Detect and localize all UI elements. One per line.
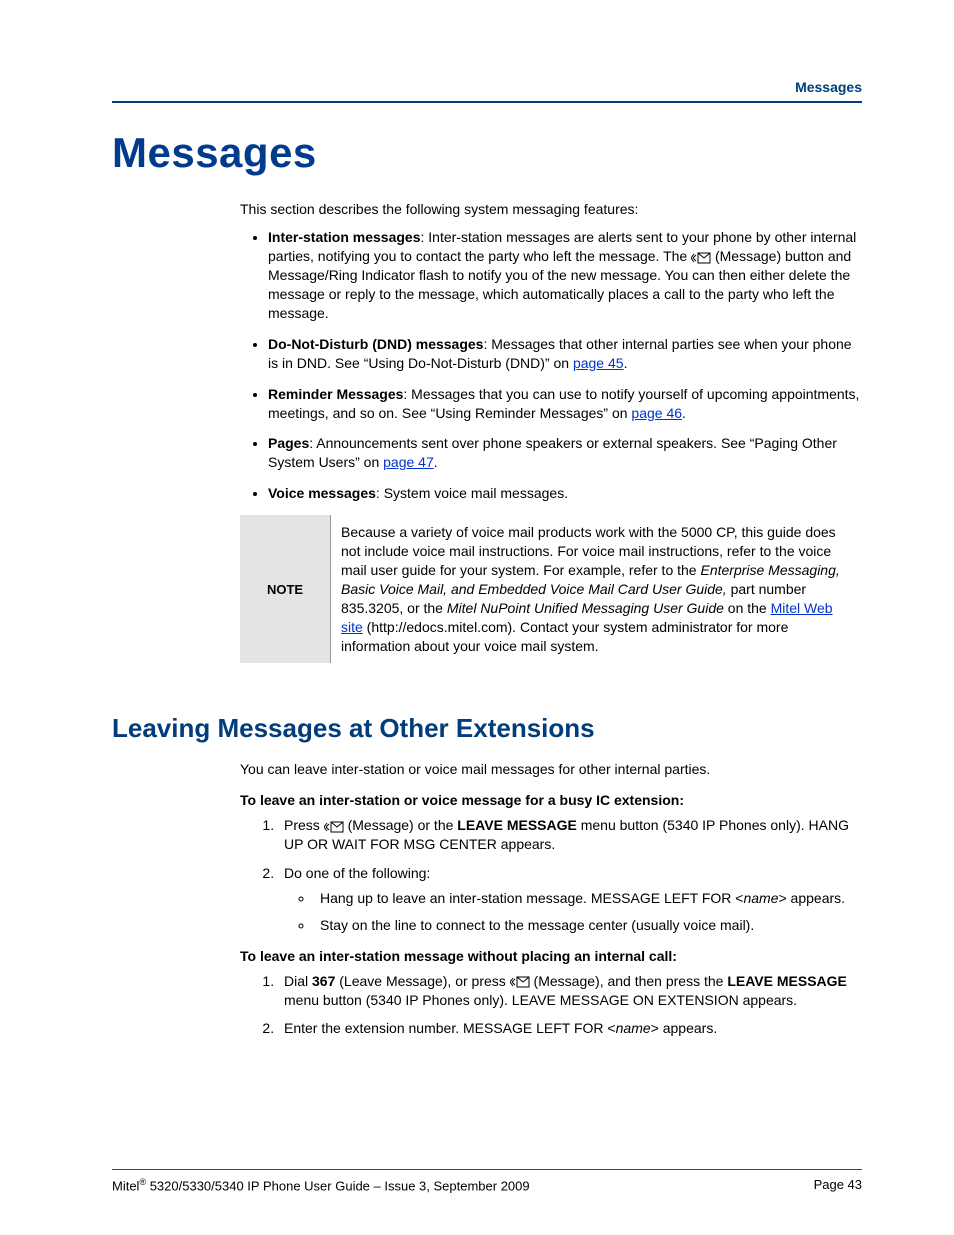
footer-right: Page 43 [814, 1176, 862, 1195]
page-title: Messages [112, 125, 862, 182]
text: on the [724, 600, 771, 616]
text: : System voice mail messages. [376, 485, 568, 501]
text: . [624, 355, 628, 371]
text: menu button (5340 IP Phones only). LEAVE… [284, 992, 797, 1008]
procedure-steps: Dial 367 (Leave Message), or press (Mess… [258, 972, 860, 1039]
message-icon [510, 976, 530, 988]
procedure-title: To leave an inter-station message withou… [240, 947, 860, 966]
variable: name [616, 1020, 651, 1036]
sub-bullet-list: Hang up to leave an inter-station messag… [284, 889, 860, 935]
step: Press (Message) or the LEAVE MESSAGE men… [278, 816, 860, 854]
term: Voice messages [268, 485, 376, 501]
note-label: NOTE [240, 515, 331, 663]
text: Press [284, 817, 324, 833]
body-content: This section describes the following sys… [240, 200, 860, 664]
list-item: Pages: Announcements sent over phone spe… [268, 434, 860, 472]
list-item: Hang up to leave an inter-station messag… [314, 889, 860, 908]
list-item: Voice messages: System voice mail messag… [268, 484, 860, 503]
feature-bullet-list: Inter-station messages: Inter-station me… [250, 228, 860, 503]
message-icon [324, 821, 344, 833]
term: Pages [268, 435, 309, 451]
text: Mitel [112, 1178, 139, 1193]
text: (Message), and then press the [530, 973, 728, 989]
term: Inter-station messages [268, 229, 421, 245]
text: Dial [284, 973, 312, 989]
intro-paragraph: This section describes the following sys… [240, 200, 860, 219]
text: Hang up to leave an inter-station messag… [320, 890, 743, 906]
note-box: NOTE Because a variety of voice mail pro… [240, 515, 860, 663]
doc-title-italic: Mitel NuPoint Unified Messaging User Gui… [447, 600, 724, 616]
list-item: Stay on the line to connect to the messa… [314, 916, 860, 935]
document-page: Messages Messages This section describes… [0, 0, 954, 1235]
text: > appears. [651, 1020, 718, 1036]
text: Do one of the following: [284, 865, 430, 881]
text: (Leave Message), or press [335, 973, 509, 989]
page-header-section: Messages [112, 78, 862, 103]
button-name: LEAVE MESSAGE [457, 817, 577, 833]
text: : Announcements sent over phone speakers… [268, 435, 837, 470]
footer-left: Mitel® 5320/5330/5340 IP Phone User Guid… [112, 1176, 530, 1195]
list-item: Do-Not-Disturb (DND) messages: Messages … [268, 335, 860, 373]
step: Do one of the following: Hang up to leav… [278, 864, 860, 935]
text: 5320/5330/5340 IP Phone User Guide – Iss… [146, 1178, 530, 1193]
text: . [682, 405, 686, 421]
section-body: You can leave inter-station or voice mai… [240, 760, 860, 1038]
page-link[interactable]: page 45 [573, 355, 624, 371]
text: > appears. [778, 890, 845, 906]
step: Dial 367 (Leave Message), or press (Mess… [278, 972, 860, 1010]
procedure-title: To leave an inter-station or voice messa… [240, 791, 860, 810]
page-footer: Mitel® 5320/5330/5340 IP Phone User Guid… [112, 1169, 862, 1195]
page-link[interactable]: page 47 [383, 454, 434, 470]
text: Enter the extension number. MESSAGE LEFT… [284, 1020, 616, 1036]
section-heading: Leaving Messages at Other Extensions [112, 711, 862, 746]
note-body: Because a variety of voice mail products… [331, 515, 861, 663]
text: (Message) or the [344, 817, 458, 833]
text: (http://edocs.mitel.com). Contact your s… [341, 619, 788, 654]
dial-code: 367 [312, 973, 335, 989]
term: Do-Not-Disturb (DND) messages [268, 336, 483, 352]
message-icon [691, 252, 711, 264]
section-intro: You can leave inter-station or voice mai… [240, 760, 860, 779]
page-link[interactable]: page 46 [631, 405, 682, 421]
term: Reminder Messages [268, 386, 403, 402]
text: . [434, 454, 438, 470]
list-item: Reminder Messages: Messages that you can… [268, 385, 860, 423]
step: Enter the extension number. MESSAGE LEFT… [278, 1019, 860, 1038]
variable: name [743, 890, 778, 906]
procedure-steps: Press (Message) or the LEAVE MESSAGE men… [258, 816, 860, 934]
button-name: LEAVE MESSAGE [727, 973, 847, 989]
list-item: Inter-station messages: Inter-station me… [268, 228, 860, 322]
